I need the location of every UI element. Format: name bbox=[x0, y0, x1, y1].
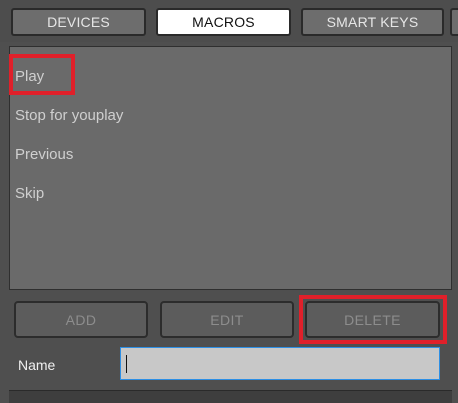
macro-list: Play Stop for youplay Previous Skip bbox=[10, 57, 451, 213]
bottom-bar bbox=[9, 390, 452, 403]
macro-list-panel: Play Stop for youplay Previous Skip bbox=[9, 46, 452, 290]
add-button[interactable]: ADD bbox=[14, 301, 148, 338]
macro-item-play[interactable]: Play bbox=[10, 57, 451, 96]
tab-smart-keys[interactable]: SMART KEYS bbox=[301, 8, 444, 36]
name-label: Name bbox=[18, 357, 56, 373]
macro-item-previous[interactable]: Previous bbox=[10, 135, 451, 174]
macro-item-stop-for-youplay[interactable]: Stop for youplay bbox=[10, 96, 451, 135]
name-input[interactable] bbox=[120, 347, 440, 380]
tab-devices[interactable]: DEVICES bbox=[11, 8, 146, 36]
edit-button[interactable]: EDIT bbox=[160, 301, 294, 338]
text-caret bbox=[126, 355, 127, 373]
tab-overflow[interactable] bbox=[450, 8, 458, 36]
tab-bar: DEVICES MACROS SMART KEYS bbox=[0, 0, 458, 42]
tab-macros[interactable]: MACROS bbox=[156, 8, 291, 36]
delete-button[interactable]: DELETE bbox=[305, 301, 440, 338]
macro-item-skip[interactable]: Skip bbox=[10, 174, 451, 213]
